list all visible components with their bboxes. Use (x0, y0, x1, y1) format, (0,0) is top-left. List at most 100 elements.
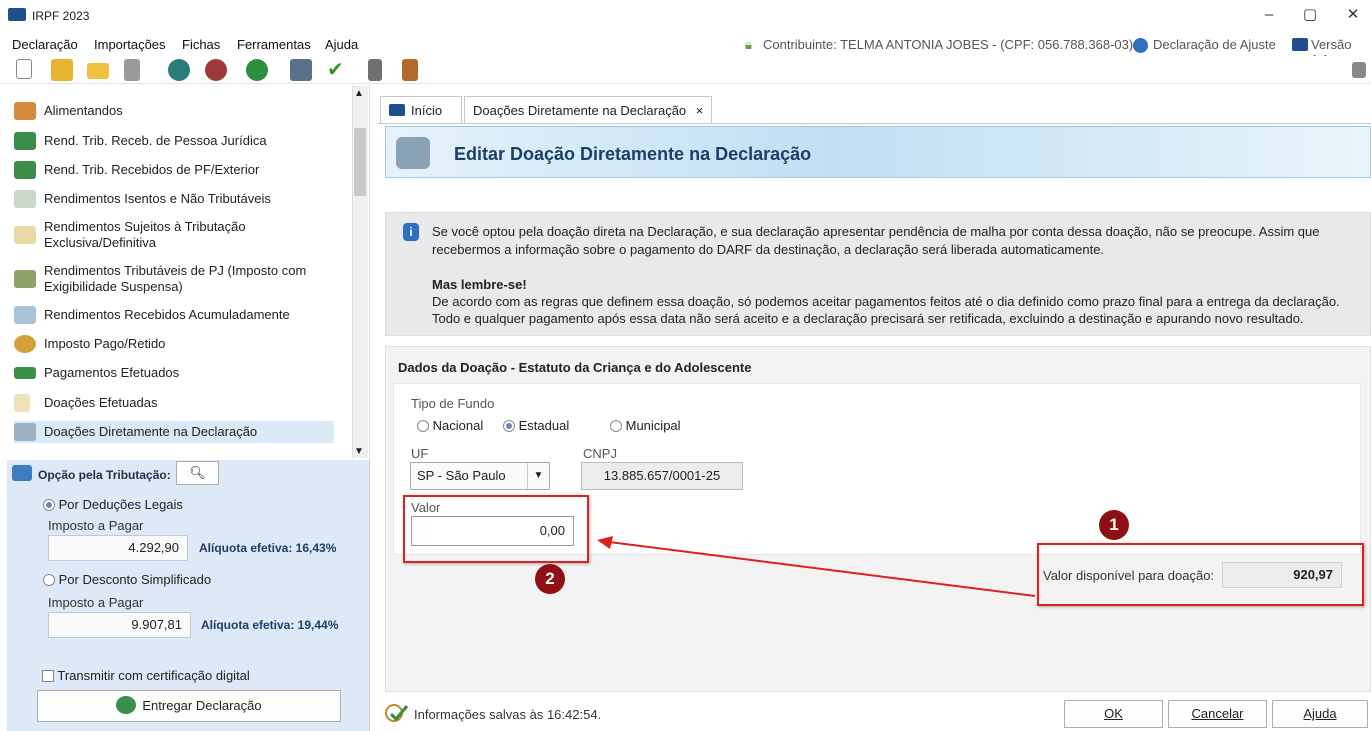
ok-button[interactable]: OK (1064, 700, 1163, 728)
estadual-label: Estadual (518, 418, 570, 433)
nav-item-rend-pf[interactable]: Rend. Trib. Recebidos de PF/Exterior (14, 160, 334, 180)
menu-fichas[interactable]: Fichas (182, 37, 220, 52)
uf-label: UF (411, 446, 429, 461)
menu-ferramentas[interactable]: Ferramentas (237, 37, 311, 52)
estadual-radio[interactable] (503, 420, 515, 432)
nav-item-label: Doações Diretamente na Declaração (44, 424, 258, 439)
toolbar: ✔ (0, 56, 1371, 84)
menu-declaracao[interactable]: Declaração (12, 37, 78, 52)
cancel-label: Cancelar (1191, 706, 1244, 721)
page-title: Editar Doação Diretamente na Declaração (454, 144, 812, 164)
uf-select[interactable]: SP - São Paulo ▼ (410, 462, 550, 490)
print-icon[interactable] (290, 59, 312, 81)
folder-icon[interactable] (87, 63, 109, 79)
saved-check-icon (385, 702, 409, 724)
simplificado-option[interactable]: Por Desconto Simplificado (43, 572, 211, 587)
tab-doacoes[interactable]: Doações Diretamente na Declaração × (464, 96, 712, 124)
deducoes-label: Por Deduções Legais (58, 497, 183, 512)
entregar-declaracao-button[interactable]: Entregar Declaração (37, 690, 341, 722)
annotation-badge-2: 2 (535, 564, 565, 594)
income-suspended-icon (14, 270, 36, 288)
exit-icon[interactable] (1352, 62, 1366, 78)
annotation-arrow (597, 536, 1036, 597)
nav-item-exigibilidade[interactable]: Rendimentos Tributáveis de PJ (Imposto c… (14, 262, 334, 296)
imposto-field-2: 9.907,81 (48, 612, 191, 638)
help-button[interactable]: Ajuda (1272, 700, 1368, 728)
income-person-icon (14, 161, 36, 179)
declaration-type-icon (1133, 38, 1148, 53)
donation-direct-icon (14, 423, 36, 441)
nav-item-doacoes-diretamente[interactable]: Doações Diretamente na Declaração (14, 421, 334, 443)
title-bar: IRPF 2023 – ▢ ✕ (0, 0, 1371, 30)
card-icon (14, 367, 36, 379)
close-window-button[interactable]: ✕ (1338, 4, 1368, 26)
app-icon (8, 8, 26, 21)
tab-inicio[interactable]: Início (380, 96, 462, 124)
nav-item-label: Rend. Trib. Recebidos de PF/Exterior (44, 162, 260, 177)
deducoes-option[interactable]: Por Deduções Legais (43, 497, 183, 512)
nav-item-pagamentos[interactable]: Pagamentos Efetuados (14, 363, 334, 383)
income-icon (14, 132, 36, 150)
new-file-icon[interactable] (16, 59, 32, 79)
nav-item-doacoes-efetuadas[interactable]: Doações Efetuadas (14, 393, 334, 413)
cancel-button[interactable]: Cancelar (1168, 700, 1267, 728)
aliquota-1: Alíquota efetiva: 16,43% (199, 541, 337, 555)
trash-icon[interactable] (124, 59, 140, 81)
chevron-down-icon[interactable]: ▼ (527, 463, 549, 489)
search-button[interactable]: 🔍︎ (176, 461, 219, 485)
cnpj-label: CNPJ (583, 446, 617, 461)
simplificado-radio[interactable] (43, 574, 55, 586)
nav-item-isentos[interactable]: Rendimentos Isentos e Não Tributáveis (14, 189, 334, 209)
version-icon (1292, 38, 1308, 51)
nav-item-imposto-pago[interactable]: Imposto Pago/Retido (14, 334, 334, 354)
ok-label: OK (1104, 706, 1123, 721)
fundo-estadual-option[interactable]: Estadual (503, 418, 569, 433)
search-icon: 🔍︎ (189, 465, 206, 480)
tributacao-icon (12, 465, 32, 481)
uf-value: SP - São Paulo (417, 468, 506, 483)
export-icon[interactable] (205, 59, 227, 81)
document-check-icon (14, 190, 36, 208)
nav-item-label: Imposto Pago/Retido (44, 336, 166, 351)
globe-icon[interactable] (246, 59, 268, 81)
nav-item-alimentandos[interactable]: Alimentandos (14, 101, 334, 121)
menu-importacoes[interactable]: Importações (94, 37, 166, 52)
contribuinte-info: Contribuinte: TELMA ANTONIA JOBES - (CPF… (763, 37, 1134, 52)
aliquota-2: Alíquota efetiva: 19,44% (201, 618, 339, 632)
document-warning-icon (14, 226, 36, 244)
entregar-label: Entregar Declaração (142, 698, 262, 713)
certificacao-option[interactable]: Transmitir com certificação digital (42, 668, 250, 683)
nav-item-rend-pj[interactable]: Rend. Trib. Receb. de Pessoa Jurídica (14, 131, 334, 151)
scroll-down-icon[interactable]: ▼ (354, 446, 364, 457)
nacional-label: Nacional (432, 418, 484, 433)
import-icon[interactable] (168, 59, 190, 81)
info-box: i Se você optou pela doação direta na De… (385, 212, 1371, 336)
scroll-up-icon[interactable]: ▲ (354, 88, 364, 99)
fundo-municipal-option[interactable]: Municipal (610, 418, 681, 433)
tipo-fundo-label: Tipo de Fundo (411, 396, 495, 411)
nacional-radio[interactable] (417, 420, 429, 432)
check-icon[interactable]: ✔ (327, 59, 349, 81)
maximize-button[interactable]: ▢ (1295, 4, 1325, 26)
declaration-type: Declaração de Ajuste (1153, 37, 1276, 52)
nav-item-exclusiva[interactable]: Rendimentos Sujeitos à Tributação Exclusi… (14, 218, 334, 252)
menu-bar: Declaração Importações Fichas Ferramenta… (0, 30, 1371, 67)
nav-scrollbar-thumb[interactable] (354, 128, 366, 196)
cnpj-field: 13.885.657/0001-25 (581, 462, 743, 490)
certificacao-checkbox[interactable] (42, 670, 54, 682)
nav-item-label: Rend. Trib. Receb. de Pessoa Jurídica (44, 133, 267, 148)
calculator-icon[interactable] (368, 59, 382, 81)
arrow-line (608, 541, 1036, 597)
tributacao-title: Opção pela Tributação: (38, 468, 171, 482)
tab-close-icon[interactable]: × (696, 103, 704, 118)
help-book-icon[interactable] (402, 59, 418, 81)
deducoes-radio[interactable] (43, 499, 55, 511)
imposto-field-1: 4.292,90 (48, 535, 188, 561)
menu-ajuda[interactable]: Ajuda (325, 37, 358, 52)
minimize-button[interactable]: – (1254, 4, 1284, 26)
certificacao-label: Transmitir com certificação digital (57, 668, 250, 683)
municipal-radio[interactable] (610, 420, 622, 432)
fundo-nacional-option[interactable]: Nacional (417, 418, 483, 433)
nav-item-acumuladamente[interactable]: Rendimentos Recebidos Acumuladamente (14, 305, 334, 325)
open-folder-icon[interactable] (51, 59, 73, 81)
